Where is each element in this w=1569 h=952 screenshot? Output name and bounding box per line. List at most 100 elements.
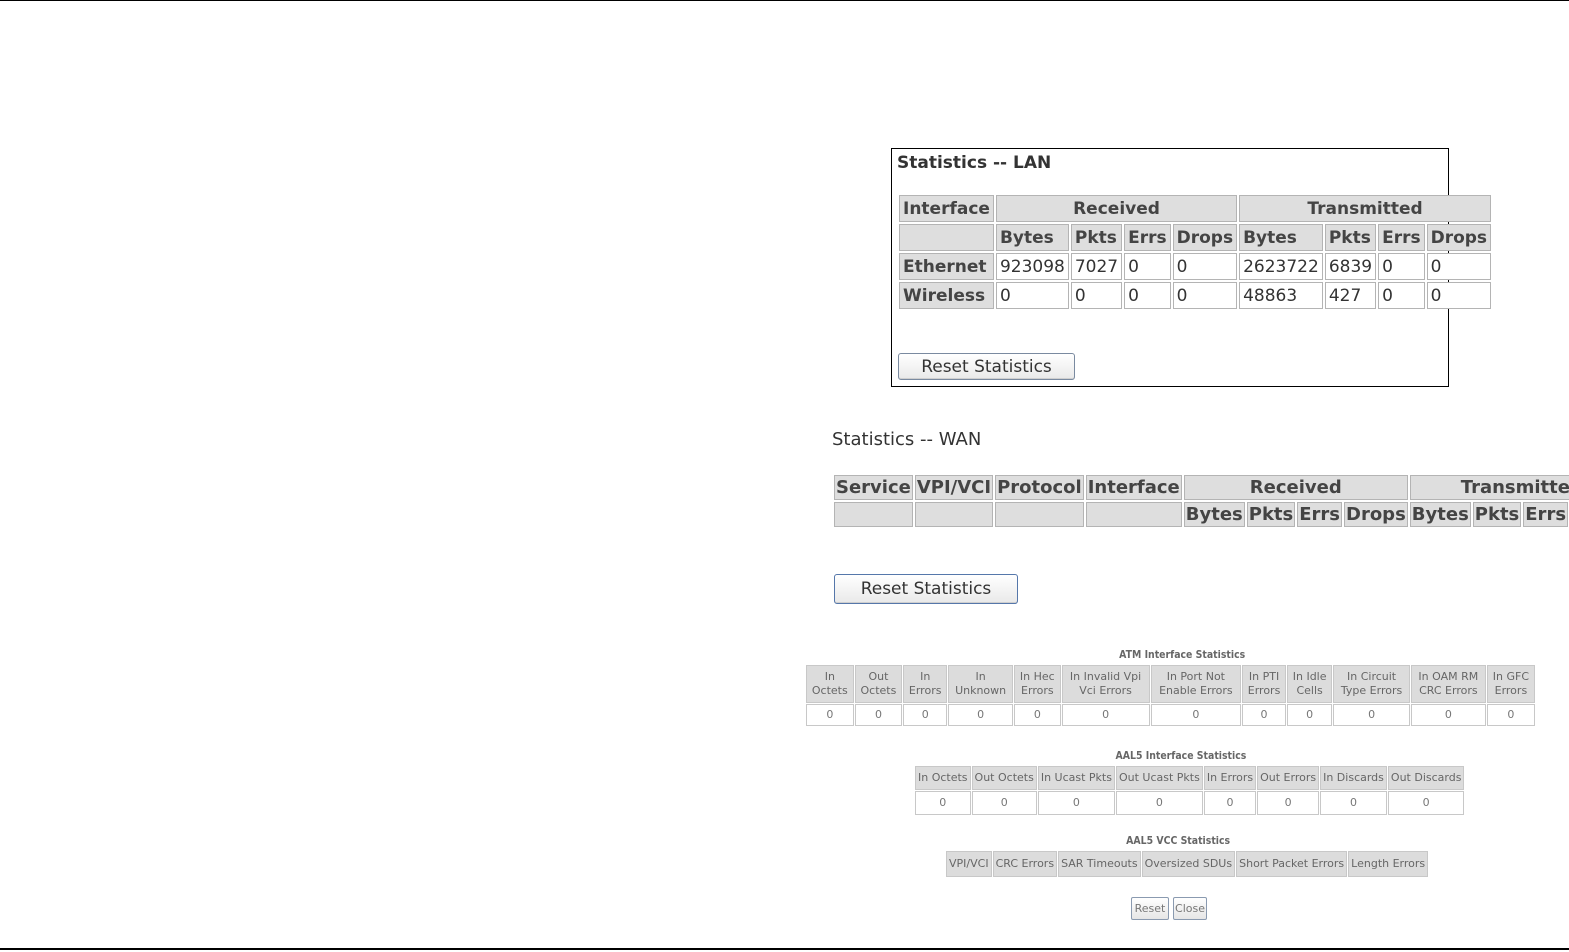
atm-close-button[interactable]: Close (1173, 897, 1207, 920)
vcc-column-header: VPI/VCI (946, 851, 992, 877)
atm-value-cell: 0 (1014, 704, 1061, 726)
tx-bytes: 2623722 (1239, 253, 1323, 280)
aal5-vcc-statistics-table: VPI/VCI CRC Errors SAR Timeouts Oversized S… (945, 850, 1430, 878)
col-blank (1085, 502, 1182, 527)
aal5-value-cell: 0 (1387, 791, 1465, 815)
rx-drops: 0 (1172, 253, 1238, 280)
header-line: In (975, 670, 986, 683)
atm-value-cell: 0 (1486, 704, 1535, 726)
aal5-value-cell: 0 (1115, 791, 1203, 815)
row-name: Wireless (899, 282, 994, 309)
header-line: Out (868, 670, 889, 683)
header-line: In Hec (1019, 670, 1055, 683)
aal5-column-header: Out Discards (1387, 766, 1465, 790)
row-name: Ethernet (899, 253, 994, 280)
col-rx-errs: Errs (1297, 502, 1342, 527)
tx-errs: 0 (1378, 282, 1425, 309)
header-line: In Invalid Vpi (1069, 670, 1142, 683)
tx-pkts: 427 (1324, 282, 1377, 309)
header-line: In PTI (1248, 670, 1280, 683)
col-interface: Interface (899, 195, 994, 222)
aal5-value-cell: 0 (1037, 791, 1115, 815)
rx-pkts: 0 (1070, 282, 1123, 309)
header-line: Errors (1494, 684, 1528, 697)
atm-value-cell: 0 (854, 704, 903, 726)
col-rx-drops: Drops (1344, 502, 1408, 527)
lan-statistics-panel: Statistics -- LAN Interface Received Tra… (891, 148, 1492, 387)
col-received: Received (995, 195, 1238, 222)
aal5-value-cell: 0 (1203, 791, 1257, 815)
atm-value-cell: 0 (1061, 704, 1150, 726)
aal5-column-header: Out Ucast Pkts (1115, 766, 1203, 790)
aal5-value-cell: 0 (1320, 791, 1387, 815)
top-rule (0, 0, 1569, 1)
atm-column-header: In PTI Errors (1242, 665, 1286, 703)
col-transmitted: Transmitted (1239, 195, 1492, 222)
atm-column-header: In OAM RM CRC Errors (1410, 665, 1486, 703)
tx-drops: 0 (1426, 253, 1492, 280)
header-line: Cells (1296, 684, 1323, 697)
col-rx-errs: Errs (1124, 224, 1171, 251)
col-tx-bytes: Bytes (1409, 502, 1471, 527)
rx-bytes: 0 (995, 282, 1069, 309)
bottom-rule (0, 948, 1569, 950)
col-tx-drops: Drops (1426, 224, 1492, 251)
col-transmitted: Transmitted (1409, 475, 1569, 500)
col-blank (995, 502, 1084, 527)
lan-statistics-table: Interface Received Transmitted Bytes Pkt… (897, 193, 1493, 311)
atm-column-header: In Idle Cells (1286, 665, 1333, 703)
atm-column-header: In Port Not Enable Errors (1150, 665, 1242, 703)
col-tx-bytes: Bytes (1239, 224, 1323, 251)
aal5-vcc-statistics-title: AAL5 VCC Statistics (1126, 834, 1231, 847)
col-tx-pkts: Pkts (1324, 224, 1377, 251)
header-line: In (920, 670, 931, 683)
rx-pkts: 7027 (1070, 253, 1123, 280)
atm-column-header: In Hec Errors (1014, 665, 1061, 703)
lan-title: Statistics -- LAN (897, 153, 1052, 173)
vcc-column-header: Oversized SDUs (1141, 851, 1236, 877)
aal5-value-cell: 0 (1257, 791, 1320, 815)
header-line: Type Errors (1340, 684, 1403, 697)
col-rx-bytes: Bytes (995, 224, 1069, 251)
aal5-value-cell: 0 (915, 791, 971, 815)
aal5-column-header: In Octets (915, 766, 971, 790)
aal5-column-header: Out Errors (1257, 766, 1320, 790)
aal5-column-header: Out Octets (971, 766, 1037, 790)
header-line: Unknown (955, 684, 1007, 697)
atm-value-cell: 0 (1410, 704, 1486, 726)
lan-reset-statistics-button[interactable]: Reset Statistics (898, 353, 1075, 380)
atm-value-cell: 0 (1286, 704, 1333, 726)
col-blank (834, 502, 913, 527)
col-vpivci: VPI/VCI (914, 475, 994, 500)
col-service: Service (834, 475, 913, 500)
atm-column-header: In Unknown (948, 665, 1014, 703)
vcc-column-header: SAR Timeouts (1058, 851, 1141, 877)
col-tx-errs: Errs (1523, 502, 1569, 527)
col-rx-pkts: Pkts (1070, 224, 1123, 251)
rx-bytes: 923098 (995, 253, 1069, 280)
atm-value-cell: 0 (1333, 704, 1410, 726)
header-line: Errors (1021, 684, 1054, 697)
table-row: Ethernet 923098 7027 0 0 2623722 6839 0 … (899, 253, 1492, 280)
aal5-value-cell: 0 (971, 791, 1037, 815)
header-line: Octets (811, 684, 848, 697)
atm-statistics-title: ATM Interface Statistics (1119, 648, 1246, 661)
atm-reset-button[interactable]: Reset (1131, 897, 1169, 920)
aal5-column-header: In Errors (1203, 766, 1257, 790)
atm-column-header: Out Octets (854, 665, 903, 703)
header-line: In (824, 670, 835, 683)
atm-column-header: In GFC Errors (1486, 665, 1535, 703)
wan-statistics-table: Service VPI/VCI Protocol Interface Recei… (832, 473, 1569, 529)
header-line: In Idle (1292, 670, 1327, 683)
atm-statistics-table: In Octets Out Octets In Errors In Unknown In Hec… (805, 664, 1536, 727)
col-rx-pkts: Pkts (1246, 502, 1296, 527)
header-line: In Circuit (1347, 670, 1397, 683)
header-line: Errors (1247, 684, 1281, 697)
wan-reset-statistics-button[interactable]: Reset Statistics (834, 574, 1018, 604)
aal5-column-header: In Discards (1320, 766, 1387, 790)
col-received: Received (1183, 475, 1408, 500)
rx-drops: 0 (1172, 282, 1238, 309)
tx-drops: 0 (1426, 282, 1492, 309)
atm-value-cell: 0 (948, 704, 1014, 726)
rx-errs: 0 (1124, 253, 1171, 280)
